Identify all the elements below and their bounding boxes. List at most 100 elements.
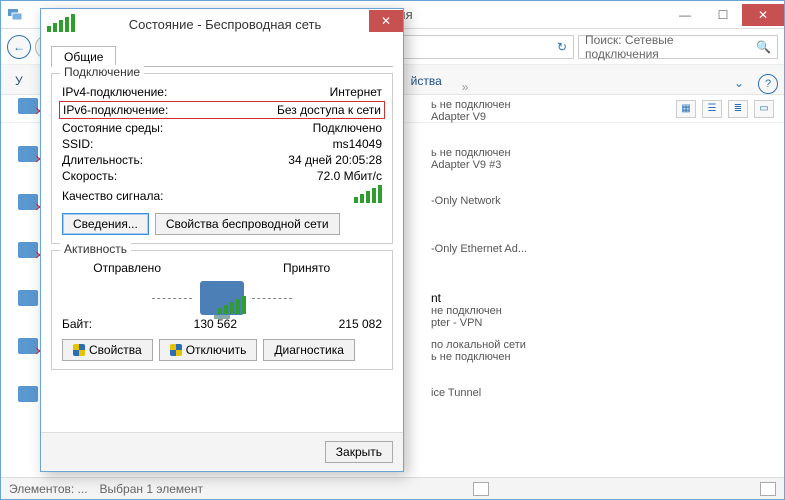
search-icon: 🔍 <box>756 40 771 54</box>
dialog-close-button[interactable]: ✕ <box>369 10 403 32</box>
adapter-icon <box>18 290 38 306</box>
group-connection: Подключение IPv4-подключение: Интернет I… <box>51 73 393 244</box>
details-button[interactable]: Сведения... <box>62 213 149 235</box>
connection-status: ь не подключен <box>431 99 511 111</box>
adapter-icon <box>18 338 38 354</box>
signal-icon <box>47 14 75 35</box>
wifi-status-dialog: Состояние - Беспроводная сеть ✕ Общие По… <box>40 8 404 472</box>
row-ssid: SSID: ms14049 <box>62 136 382 152</box>
connections-list: ь не подключенAdapter V9ь не подключенAd… <box>431 96 774 432</box>
adapter-icon <box>18 98 38 114</box>
status-bar: Элементов: ... Выбран 1 элемент <box>1 477 784 499</box>
status-text-selection: Выбран 1 элемент <box>100 482 203 496</box>
signal-label: Качество сигнала: <box>62 189 354 203</box>
chevron-right-icon: » <box>462 80 469 94</box>
close-button[interactable]: Закрыть <box>325 441 393 463</box>
row-ipv4: IPv4-подключение: Интернет <box>62 84 382 100</box>
row-ipv6-highlighted: IPv6-подключение: Без доступа к сети <box>59 101 385 119</box>
shield-icon <box>170 344 182 356</box>
connection-adapter: pter - VPN <box>431 317 502 329</box>
search-placeholder: Поиск: Сетевые подключения <box>585 33 750 61</box>
maximize-button[interactable]: ☐ <box>704 4 742 26</box>
ribbon-tab-organize[interactable]: У <box>1 68 37 94</box>
activity-diagram <box>62 281 382 315</box>
connection-item[interactable]: ice Tunnel <box>431 384 774 432</box>
dialog-tabstrip: Общие <box>51 45 393 67</box>
row-bytes: Байт: 130 562 215 082 <box>62 317 382 331</box>
minimize-button[interactable]: — <box>666 4 704 26</box>
bytes-received-value: 215 082 <box>339 317 382 331</box>
connection-adapter: Adapter V9 <box>431 111 511 123</box>
view-mode-icon[interactable] <box>473 482 489 496</box>
connection-status: по локальной сети <box>431 339 526 351</box>
connection-status: ь не подключен <box>431 147 511 159</box>
properties-button[interactable]: Свойства <box>62 339 153 361</box>
connection-adapter: ь не подключен <box>431 351 526 363</box>
row-duration: Длительность: 34 дней 20:05:28 <box>62 152 382 168</box>
dialog-title: Состояние - Беспроводная сеть <box>81 17 369 32</box>
connection-status: -Only Ethernet Ad... <box>431 243 527 255</box>
connection-status: ice Tunnel <box>431 387 481 399</box>
network-icon <box>7 7 23 23</box>
dialog-titlebar: Состояние - Беспроводная сеть ✕ <box>41 9 403 39</box>
help-icon[interactable]: ? <box>758 74 778 94</box>
ipv6-label: IPv6-подключение: <box>63 103 277 117</box>
connection-adapter: Adapter V9 #3 <box>431 159 511 171</box>
connection-status: не подключен <box>431 305 502 317</box>
nav-back-button[interactable]: ← <box>7 35 31 59</box>
connection-item[interactable]: ь не подключенAdapter V9 #3 <box>431 144 774 192</box>
row-signal-quality: Качество сигнала: <box>62 184 382 207</box>
media-value: Подключено <box>313 121 382 135</box>
adapter-icon <box>18 242 38 258</box>
sent-label: Отправлено <box>62 261 169 275</box>
view-mode-icon[interactable] <box>760 482 776 496</box>
properties-button-label: Свойства <box>89 343 142 357</box>
duration-value: 34 дней 20:05:28 <box>288 153 382 167</box>
connection-item[interactable]: -Only Ethernet Ad... <box>431 240 774 288</box>
ssid-value: ms14049 <box>333 137 382 151</box>
ipv6-value: Без доступа к сети <box>277 103 381 117</box>
diagnose-button[interactable]: Диагностика <box>263 339 355 361</box>
bytes-label: Байт: <box>62 317 92 331</box>
disable-button[interactable]: Отключить <box>159 339 258 361</box>
dash-icon <box>152 298 192 299</box>
bytes-sent-value: 130 562 <box>92 317 339 331</box>
ssid-label: SSID: <box>62 137 333 151</box>
search-input[interactable]: Поиск: Сетевые подключения 🔍 <box>578 35 778 59</box>
wireless-properties-button[interactable]: Свойства беспроводной сети <box>155 213 340 235</box>
shield-icon <box>73 344 85 356</box>
monitor-icon <box>200 281 244 315</box>
group-connection-label: Подключение <box>60 65 144 79</box>
speed-label: Скорость: <box>62 169 317 183</box>
adapter-icon <box>18 146 38 162</box>
duration-label: Длительность: <box>62 153 288 167</box>
received-label: Принято <box>275 261 382 275</box>
connection-name: nt <box>431 291 502 305</box>
status-text-count: Элементов: ... <box>9 482 88 496</box>
row-media-state: Состояние среды: Подключено <box>62 120 382 136</box>
connection-item[interactable]: по локальной сетиь не подключен <box>431 336 774 384</box>
close-window-button[interactable]: ✕ <box>742 4 784 26</box>
media-label: Состояние среды: <box>62 121 313 135</box>
connection-item[interactable]: ь не подключенAdapter V9 <box>431 96 774 144</box>
speed-value: 72.0 Мбит/с <box>317 169 382 183</box>
ribbon-expand-button[interactable]: ⌄ <box>726 72 752 94</box>
activity-header: Отправлено Принято <box>62 261 382 275</box>
disable-button-label: Отключить <box>186 343 247 357</box>
row-speed: Скорость: 72.0 Мбит/с <box>62 168 382 184</box>
connection-item[interactable]: ntне подключенpter - VPN <box>431 288 774 336</box>
connection-item[interactable]: -Only Network <box>431 192 774 240</box>
signal-bars <box>354 185 382 206</box>
adapter-icon <box>18 386 38 402</box>
ribbon-tab-network-devices[interactable]: йства <box>397 68 456 94</box>
refresh-icon[interactable]: ↻ <box>557 40 567 54</box>
ipv4-value: Интернет <box>330 85 382 99</box>
group-activity: Активность Отправлено Принято Байт: 130 … <box>51 250 393 370</box>
ipv4-label: IPv4-подключение: <box>62 85 330 99</box>
dash-icon <box>252 298 292 299</box>
tab-general[interactable]: Общие <box>51 46 116 67</box>
dialog-footer: Закрыть <box>41 432 403 471</box>
group-activity-label: Активность <box>60 242 131 256</box>
connection-status: -Only Network <box>431 195 501 207</box>
adapter-icon <box>18 194 38 210</box>
